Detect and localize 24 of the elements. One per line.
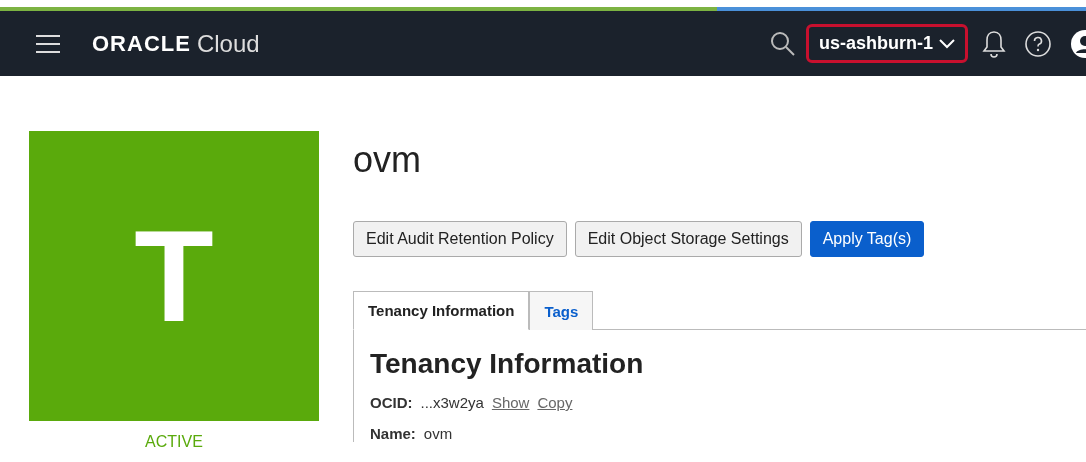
tenancy-avatar: T bbox=[29, 131, 319, 421]
region-selector[interactable]: us-ashburn-1 bbox=[806, 24, 968, 63]
logo-product: Cloud bbox=[196, 29, 260, 58]
logo-brand: ORACLE bbox=[92, 30, 191, 57]
page-title: ovm bbox=[353, 139, 422, 181]
tab[interactable]: Tags bbox=[529, 291, 594, 330]
menu-icon[interactable] bbox=[36, 34, 60, 53]
text-link[interactable]: Show bbox=[491, 394, 530, 411]
action-button[interactable]: Edit Object Storage Settings bbox=[574, 221, 802, 257]
action-button[interactable]: Edit Audit Retention Policy bbox=[353, 221, 567, 257]
field-label: OCID: bbox=[370, 394, 413, 411]
section-heading: Tenancy Information bbox=[370, 348, 645, 380]
text-link[interactable]: Copy bbox=[537, 394, 573, 411]
chevron-down-icon bbox=[939, 38, 955, 49]
field-value: ...x3w2ya bbox=[420, 394, 484, 411]
field-value: ovm bbox=[423, 425, 453, 442]
help-icon[interactable] bbox=[1024, 29, 1052, 58]
search-icon[interactable] bbox=[770, 30, 796, 57]
field-label: Name: bbox=[370, 425, 416, 442]
status-label: ACTIVE bbox=[145, 433, 203, 451]
user-avatar-icon[interactable] bbox=[1070, 28, 1086, 59]
apply-button[interactable]: Apply Tag(s) bbox=[809, 221, 925, 257]
bell-icon[interactable] bbox=[982, 29, 1006, 58]
tab[interactable]: Tenancy Information bbox=[353, 291, 530, 330]
